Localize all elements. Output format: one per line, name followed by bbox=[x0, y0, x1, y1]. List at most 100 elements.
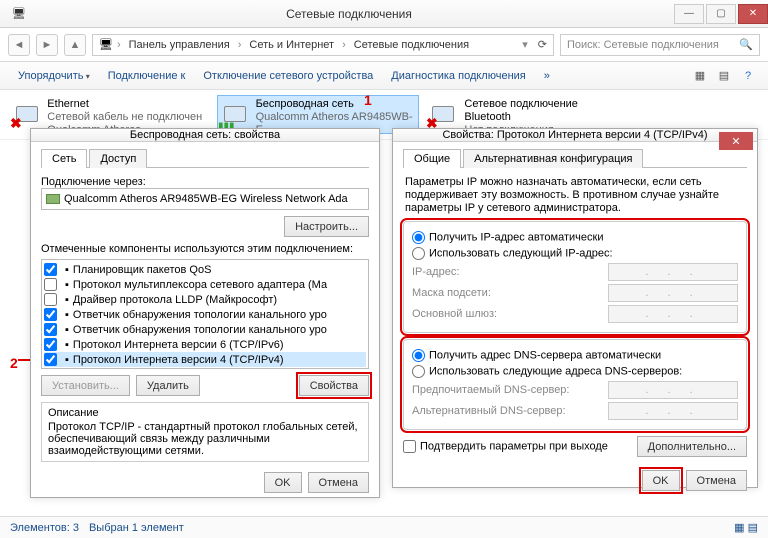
dns-manual-radio[interactable]: Использовать следующие адреса DNS-сервер… bbox=[412, 365, 682, 378]
window-title: Сетевые подключения bbox=[26, 7, 672, 21]
tab-alternate[interactable]: Альтернативная конфигурация bbox=[463, 149, 643, 168]
tab-general[interactable]: Общие bbox=[403, 149, 461, 168]
ok-button[interactable]: OK bbox=[264, 472, 302, 493]
component-label: Ответчик обнаружения топологии канальног… bbox=[73, 309, 327, 321]
connect-via-label: Подключение через: bbox=[41, 176, 369, 188]
component-item[interactable]: ▪ Протокол Интернета версии 4 (TCP/IPv4) bbox=[44, 352, 366, 367]
dialog-title: Свойства: Протокол Интернета версии 4 (T… bbox=[393, 129, 757, 142]
breadcrumb[interactable]: 🖥› Панель управления› Сеть и Интернет› С… bbox=[92, 34, 554, 56]
dns-alternate-field[interactable]: . . . bbox=[608, 402, 738, 420]
component-checkbox[interactable] bbox=[44, 293, 57, 306]
ok-button[interactable]: OK bbox=[642, 470, 680, 491]
component-checkbox[interactable] bbox=[44, 263, 57, 276]
tab-sharing[interactable]: Доступ bbox=[89, 149, 147, 168]
help-icon[interactable]: ? bbox=[738, 67, 758, 85]
gateway-field[interactable]: . . . bbox=[608, 305, 738, 323]
back-button[interactable]: ◄ bbox=[8, 34, 30, 56]
components-label: Отмеченные компоненты используются этим … bbox=[41, 243, 369, 255]
minimize-button[interactable]: — bbox=[674, 4, 704, 24]
dns-auto-radio[interactable]: Получить адрес DNS-сервера автоматически bbox=[412, 349, 661, 362]
breadcrumb-item[interactable]: Сеть и Интернет bbox=[245, 39, 338, 51]
components-list[interactable]: ▪Планировщик пакетов QoS▪Протокол мульти… bbox=[41, 259, 369, 369]
component-item[interactable]: ▪ Планировщик пакетов QoS bbox=[44, 262, 366, 277]
connection-name: Ethernet bbox=[47, 98, 208, 111]
up-button[interactable]: ▲ bbox=[64, 34, 86, 56]
configure-button[interactable]: Настроить... bbox=[284, 216, 369, 237]
dialog-close-button[interactable]: ✕ bbox=[719, 132, 753, 150]
component-item[interactable]: ▪Ответчик обнаружения топологии канально… bbox=[44, 322, 366, 337]
organize-menu[interactable]: Упорядочить bbox=[10, 67, 98, 85]
forward-button[interactable]: ► bbox=[36, 34, 58, 56]
protocol-icon: ▪ bbox=[65, 339, 69, 351]
ip-auto-radio[interactable]: Получить IP-адрес автоматически bbox=[412, 231, 603, 244]
protocol-icon: ▪ bbox=[65, 354, 69, 366]
dns-preferred-label: Предпочитаемый DNS-сервер: bbox=[412, 384, 602, 396]
ip-group: Получить IP-адрес автоматически Использо… bbox=[403, 221, 747, 333]
view-mode-icon[interactable]: ▦ ▤ bbox=[734, 521, 758, 534]
dialog-title-text: Свойства: Протокол Интернета версии 4 (T… bbox=[442, 129, 707, 141]
toolbar-more[interactable]: » bbox=[536, 67, 558, 85]
view-icon[interactable]: ▦ bbox=[690, 67, 710, 85]
ethernet-icon: ✖ bbox=[12, 98, 41, 130]
component-label: Протокол мультиплексора сетевого адаптер… bbox=[73, 279, 327, 291]
connect-button[interactable]: Подключение к bbox=[100, 67, 194, 85]
ip-address-field[interactable]: . . . bbox=[608, 263, 738, 281]
breadcrumb-item[interactable]: Сетевые подключения bbox=[350, 39, 473, 51]
dns-preferred-field[interactable]: . . . bbox=[608, 381, 738, 399]
maximize-button[interactable]: ▢ bbox=[706, 4, 736, 24]
component-label: Планировщик пакетов QoS bbox=[73, 264, 212, 276]
connection-status: Сетевой кабель не подключен bbox=[47, 111, 208, 124]
advanced-button[interactable]: Дополнительно... bbox=[637, 436, 747, 457]
component-item[interactable]: ▪Протокол Интернета версии 6 (TCP/IPv6) bbox=[44, 337, 366, 352]
cancel-button[interactable]: Отмена bbox=[308, 472, 369, 493]
component-item[interactable]: ▪ Ответчик обнаружения топологии канально… bbox=[44, 307, 366, 322]
breadcrumb-item[interactable]: Панель управления bbox=[125, 39, 234, 51]
validate-checkbox[interactable]: Подтвердить параметры при выходе bbox=[403, 440, 608, 453]
refresh-icon[interactable]: ⟳ bbox=[538, 38, 547, 51]
component-item[interactable]: ▪ Драйвер протокола LLDP (Майкрософт) bbox=[44, 292, 366, 307]
protocol-icon: ▪ bbox=[65, 294, 69, 306]
component-label: Драйвер протокола LLDP (Майкрософт) bbox=[73, 294, 277, 306]
close-button[interactable]: ✕ bbox=[738, 4, 768, 24]
dns-alternate-label: Альтернативный DNS-сервер: bbox=[412, 405, 602, 417]
install-button[interactable]: Установить... bbox=[41, 375, 130, 396]
dropdown-icon[interactable]: ▾ bbox=[522, 38, 528, 51]
tabs: Сеть Доступ bbox=[41, 148, 369, 168]
status-bar: Элементов: 3 Выбран 1 элемент ▦ ▤ bbox=[0, 516, 768, 538]
properties-button[interactable]: Свойства bbox=[299, 375, 369, 396]
tabs: Общие Альтернативная конфигурация bbox=[403, 148, 747, 168]
protocol-icon: ▪ bbox=[65, 264, 69, 276]
window-buttons: — ▢ ✕ bbox=[672, 4, 768, 24]
gateway-label: Основной шлюз: bbox=[412, 308, 602, 320]
nic-icon bbox=[46, 194, 60, 204]
dns-group: Получить адрес DNS-сервера автоматически… bbox=[403, 339, 747, 430]
control-panel-icon: 🖥 bbox=[12, 7, 26, 20]
component-checkbox[interactable] bbox=[44, 308, 57, 321]
component-item[interactable]: ▪Протокол мультиплексора сетевого адапте… bbox=[44, 277, 366, 292]
component-label: Протокол Интернета версии 4 (TCP/IPv4) bbox=[73, 354, 284, 366]
component-checkbox[interactable] bbox=[44, 353, 57, 366]
details-icon[interactable]: ▤ bbox=[714, 67, 734, 85]
tab-network[interactable]: Сеть bbox=[41, 149, 87, 168]
search-input[interactable]: Поиск: Сетевые подключения 🔍 bbox=[560, 34, 760, 56]
component-checkbox[interactable] bbox=[44, 278, 57, 291]
component-label: Ответчик обнаружения топологии канальног… bbox=[73, 324, 327, 336]
uninstall-button[interactable]: Удалить bbox=[136, 375, 200, 396]
disable-button[interactable]: Отключение сетевого устройства bbox=[195, 67, 381, 85]
status-elements: Элементов: 3 bbox=[10, 522, 79, 534]
adapter-name: Qualcomm Atheros AR9485WB-EG Wireless Ne… bbox=[64, 193, 348, 205]
subnet-mask-field[interactable]: . . . bbox=[608, 284, 738, 302]
description-body: Протокол TCP/IP - стандартный протокол г… bbox=[48, 421, 362, 457]
protocol-icon: ▪ bbox=[65, 309, 69, 321]
dialog-title: Беспроводная сеть: свойства bbox=[31, 129, 379, 142]
breadcrumb-icon: 🖥 bbox=[99, 38, 113, 51]
component-checkbox[interactable] bbox=[44, 323, 57, 336]
dialog-title-text: Беспроводная сеть: свойства bbox=[130, 129, 280, 141]
ip-manual-radio[interactable]: Использовать следующий IP-адрес: bbox=[412, 247, 613, 260]
cancel-button[interactable]: Отмена bbox=[686, 470, 747, 491]
connection-name: Беспроводная сеть bbox=[256, 98, 416, 111]
component-checkbox[interactable] bbox=[44, 338, 57, 351]
search-icon: 🔍 bbox=[739, 38, 753, 51]
diagnose-button[interactable]: Диагностика подключения bbox=[383, 67, 533, 85]
search-placeholder: Поиск: Сетевые подключения bbox=[567, 39, 719, 51]
